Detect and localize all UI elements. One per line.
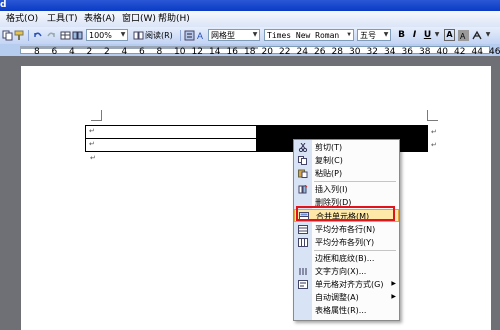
formatting-toolbar: 100% ▼ 阅读(R) A 网格型 ▼ Times New Roman ▼ 五… (0, 27, 500, 45)
chevron-down-icon[interactable]: ▼ (251, 30, 259, 40)
row-end-mark: ↵ (431, 128, 437, 136)
char-border-button[interactable]: A (444, 29, 455, 41)
bold-button[interactable]: B (396, 29, 407, 41)
menu-item-distribute-rows[interactable]: 平均分布各行(N) (294, 223, 399, 236)
font-select[interactable]: Times New Roman ▼ (264, 29, 354, 41)
font-value: Times New Roman (267, 31, 340, 40)
read-mode-button[interactable]: 阅读(R) (145, 30, 173, 41)
chevron-down-icon[interactable]: ▼ (119, 30, 127, 40)
distribute-columns-icon (298, 238, 308, 247)
menu-item-paste[interactable]: 粘贴(P) (294, 167, 399, 180)
submenu-arrow-icon: ▶ (391, 280, 396, 287)
menu-item-insert-column[interactable]: 插入列(I) (294, 183, 399, 196)
menu-format[interactable]: 格式(O) (6, 13, 38, 25)
toolbar-separator (180, 30, 181, 41)
font-size-select[interactable]: 五号 ▼ (357, 29, 391, 41)
table-cell[interactable]: ↵ (85, 138, 257, 152)
svg-text:A: A (197, 31, 203, 41)
zoom-value: 100% (89, 31, 112, 40)
menu-item-distribute-columns[interactable]: 平均分布各列(Y) (294, 236, 399, 249)
menu-item-text-direction[interactable]: 文字方向(X)... (294, 265, 399, 278)
menu-item-cell-alignment[interactable]: 单元格对齐方式(G) ▶ (294, 278, 399, 291)
menu-help[interactable]: 帮助(H) (158, 13, 190, 25)
table-cell-selected[interactable] (256, 125, 428, 139)
cell-align-icon (298, 280, 308, 289)
menu-item-label: 平均分布各行(N) (315, 225, 376, 234)
paste-icon (298, 169, 308, 178)
window-title: d (0, 0, 7, 10)
menu-item-table-properties[interactable]: 表格属性(R)... (294, 304, 399, 317)
menu-item-borders-shading[interactable]: 边框和底纹(B)... (294, 252, 399, 265)
underline-button[interactable]: U (422, 29, 433, 41)
document-page[interactable]: ↵ ↵ ↵ ↵ ↵ (21, 66, 491, 330)
style-aa-icon[interactable]: A (197, 30, 208, 41)
columns-icon[interactable] (72, 30, 83, 41)
text-direction-icon (299, 268, 307, 275)
copy-icon[interactable] (2, 30, 13, 41)
menu-window[interactable]: 窗口(W) (122, 13, 156, 25)
menu-item-autofit[interactable]: 自动调整(A) ▶ (294, 291, 399, 304)
context-menu: 剪切(T) 复制(C) 粘贴(P) 插入列(I) 删除列(D) 合并单元格(M)… (293, 139, 400, 321)
menu-item-label: 自动调整(A) (315, 293, 359, 302)
menu-table[interactable]: 表格(A) (84, 13, 115, 25)
menu-tools[interactable]: 工具(T) (47, 13, 78, 25)
menu-separator (314, 250, 396, 251)
styles-pane-icon[interactable] (184, 30, 195, 41)
italic-button[interactable]: I (409, 29, 420, 41)
copy-icon (298, 156, 307, 165)
menu-item-label: 文字方向(X)... (315, 267, 367, 276)
toolbar-separator (28, 30, 29, 41)
margin-corner-left (91, 110, 102, 121)
menu-item-label: 表格属性(R)... (315, 306, 367, 315)
char-shading-icon[interactable]: A (458, 30, 469, 41)
cell-end-mark: ↵ (89, 127, 95, 135)
menu-item-label: 粘贴(P) (315, 169, 343, 178)
title-bar: d (0, 0, 500, 11)
row-end-mark: ↵ (431, 141, 437, 149)
redo-icon[interactable] (46, 30, 57, 41)
menu-bar: 格式(O) 工具(T) 表格(A) 窗口(W) 帮助(H) (0, 11, 500, 28)
table-cell[interactable]: ↵ (85, 125, 257, 139)
char-scale-icon[interactable] (472, 30, 483, 41)
chevron-down-icon[interactable]: ▼ (433, 30, 441, 40)
menu-separator (314, 181, 396, 182)
undo-icon[interactable] (32, 30, 43, 41)
menu-item-label: 边框和底纹(B)... (315, 254, 375, 263)
format-painter-icon[interactable] (14, 30, 25, 41)
chevron-down-icon[interactable]: ▼ (382, 30, 390, 40)
menu-item-label: 插入列(I) (315, 185, 348, 194)
menu-item-label: 平均分布各列(Y) (315, 238, 375, 247)
chevron-down-icon[interactable]: ▼ (345, 30, 353, 40)
style-value: 网格型 (211, 31, 235, 40)
svg-text:A: A (460, 32, 466, 41)
style-select[interactable]: 网格型 ▼ (208, 29, 260, 41)
watermark-name: 脚本之家 (428, 310, 488, 326)
submenu-arrow-icon: ▶ (391, 293, 396, 300)
scissors-icon (298, 143, 308, 152)
menu-item-label: 剪切(T) (315, 143, 343, 152)
table-icon[interactable] (60, 30, 71, 41)
menu-item-label: 单元格对齐方式(G) (315, 280, 384, 289)
watermark-site: jb51.net (438, 292, 490, 305)
chevron-down-icon[interactable]: ▼ (484, 30, 492, 40)
paragraph-mark: ↵ (90, 154, 96, 162)
menu-item-label: 复制(C) (315, 156, 343, 165)
highlight-annotation-box (296, 206, 395, 221)
menu-item-copy[interactable]: 复制(C) (294, 154, 399, 167)
zoom-select[interactable]: 100% ▼ (86, 29, 128, 41)
distribute-rows-icon (298, 225, 308, 234)
margin-corner-right (427, 110, 438, 121)
insert-column-icon (298, 185, 308, 194)
read-mode-icon[interactable] (133, 30, 144, 41)
menu-item-cut[interactable]: 剪切(T) (294, 141, 399, 154)
cell-end-mark: ↵ (89, 140, 95, 148)
font-size-value: 五号 (360, 31, 376, 40)
